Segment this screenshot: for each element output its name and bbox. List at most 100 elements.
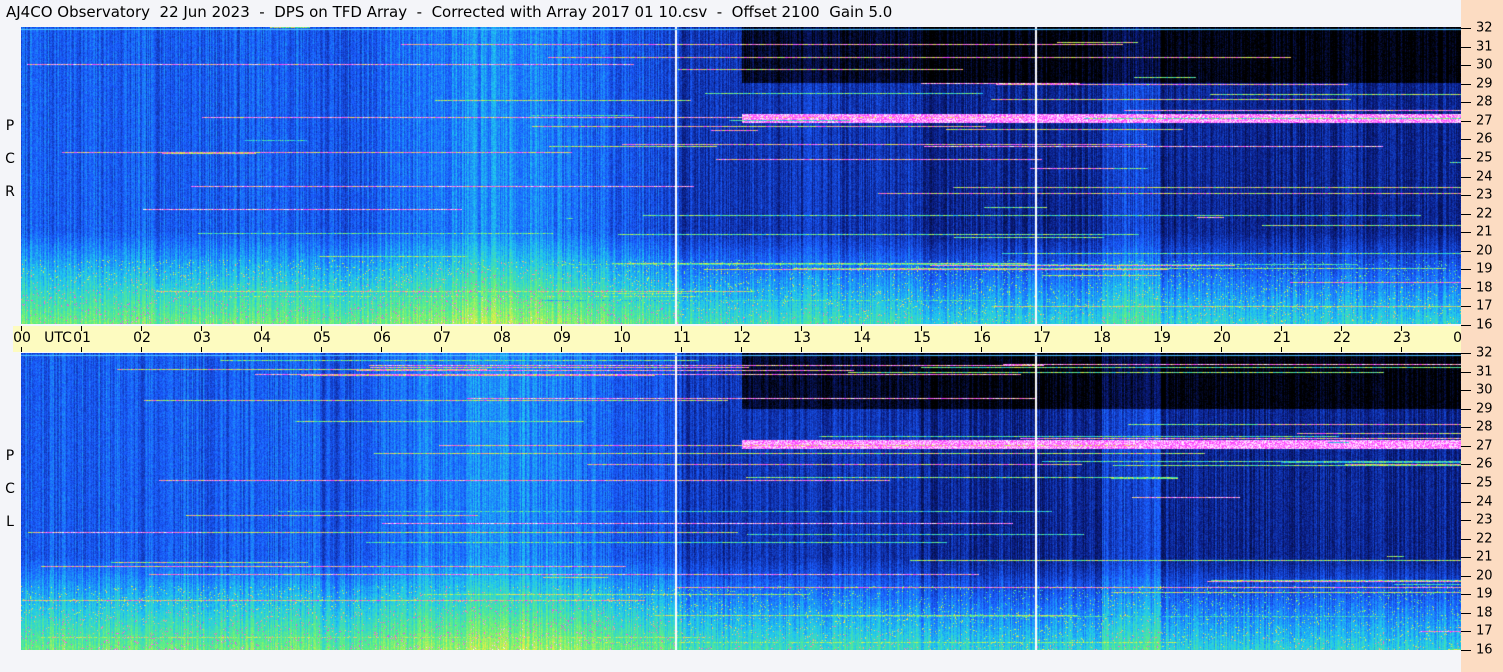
time-tick-label: 08 — [493, 330, 511, 346]
freq-tick — [1461, 195, 1471, 197]
freq-tick-label: 28 — [1476, 94, 1493, 110]
time-tick — [201, 347, 202, 352]
freq-tick — [1461, 520, 1471, 522]
freq-tick-label: 24 — [1476, 494, 1493, 509]
freq-tick-label: 28 — [1476, 419, 1493, 435]
freq-tick — [1461, 102, 1471, 104]
time-tick-label: 04 — [253, 330, 271, 346]
freq-tick — [1461, 83, 1471, 85]
freq-tick-label: 19 — [1476, 586, 1493, 602]
freq-tick — [1461, 631, 1471, 633]
time-tick — [1161, 347, 1162, 352]
freq-tick — [1461, 269, 1471, 271]
freq-tick-label: 29 — [1476, 401, 1493, 417]
time-tick-label: 01 — [73, 330, 91, 346]
time-axis: 00 01 02 03 04 05 06 07 08 09 10 11 12 13 14 15 16 17 18 19… — [13, 326, 1503, 352]
freq-tick — [1461, 232, 1471, 234]
freq-tick — [1461, 213, 1471, 215]
freq-tick — [1461, 390, 1471, 392]
freq-tick — [1461, 427, 1471, 429]
time-tick-label: 17 — [1033, 330, 1051, 346]
freq-tick-label: 32 — [1476, 20, 1493, 36]
time-tick-label: 14 — [853, 330, 871, 346]
freq-tick — [1461, 65, 1471, 67]
freq-tick — [1461, 575, 1471, 577]
freq-tick-label: 23 — [1476, 512, 1493, 528]
time-tick — [1341, 347, 1342, 352]
freq-tick-label: 26 — [1476, 131, 1493, 147]
freq-tick — [1461, 157, 1471, 159]
time-tick — [621, 347, 622, 352]
freq-tick-label: 19 — [1476, 261, 1493, 277]
time-tick — [141, 347, 142, 352]
time-tick-label: 23 — [1393, 330, 1411, 346]
freq-tick-label: 16 — [1476, 642, 1493, 658]
time-tick — [81, 347, 82, 352]
time-tick — [861, 347, 862, 352]
freq-tick-label: 20 — [1476, 243, 1493, 259]
freq-tick — [1461, 287, 1471, 289]
freq-tick — [1461, 650, 1471, 651]
panel-label-lcp: PCL — [5, 448, 15, 530]
freq-tick — [1461, 250, 1471, 252]
freq-tick — [1461, 501, 1471, 503]
freq-tick-label: 23 — [1476, 187, 1493, 203]
freq-tick-label: 22 — [1476, 206, 1493, 222]
time-tick-label: 11 — [673, 330, 691, 346]
freq-tick — [1461, 306, 1471, 308]
time-tick-label: 12 — [733, 330, 751, 346]
freq-tick-label: 21 — [1476, 224, 1493, 240]
time-tick — [1221, 347, 1222, 352]
freq-tick — [1461, 139, 1471, 141]
time-tick-label: 15 — [913, 330, 931, 346]
freq-tick — [1461, 353, 1471, 354]
time-tick — [921, 347, 922, 352]
spectrogram-rcp — [21, 27, 1461, 324]
spectrogram-lcp — [21, 353, 1461, 650]
time-tick-label: 02 — [133, 330, 151, 346]
time-tick-label: 22 — [1333, 330, 1351, 346]
freq-tick — [1461, 46, 1471, 48]
time-tick-label: 09 — [553, 330, 571, 346]
time-tick-label: 03 — [193, 330, 211, 346]
time-tick — [501, 347, 502, 352]
freq-tick — [1461, 371, 1471, 373]
freq-tick — [1461, 612, 1471, 614]
freq-tick — [1461, 325, 1471, 326]
freq-tick — [1461, 464, 1471, 466]
time-tick — [1101, 347, 1102, 352]
freq-tick — [1461, 120, 1471, 122]
freq-tick-label: 22 — [1476, 531, 1493, 547]
freq-tick — [1461, 445, 1471, 447]
freq-tick-label: 25 — [1476, 150, 1493, 166]
freq-tick — [1461, 408, 1471, 410]
freq-tick-label: 29 — [1476, 76, 1493, 92]
time-tick — [1041, 347, 1042, 352]
freq-tick-label: 18 — [1476, 280, 1493, 296]
panel-label-rcp: PCR — [5, 118, 15, 200]
freq-tick-label: 31 — [1476, 364, 1493, 380]
freq-tick — [1461, 176, 1471, 178]
time-tick — [1281, 347, 1282, 352]
frequency-axis: 32 31 30 29 28 27 26 25 24 23 22 21 20 19 18 17 16 32 31 30… — [1461, 0, 1503, 672]
time-tick-label: 00 — [13, 330, 31, 346]
time-tick-label: 21 — [1273, 330, 1291, 346]
time-tick-label: 16 — [973, 330, 991, 346]
time-tick-label: 19 — [1153, 330, 1171, 346]
freq-tick — [1461, 557, 1471, 559]
time-tick — [261, 347, 262, 352]
freq-tick-label: 17 — [1476, 298, 1493, 314]
freq-tick-label: 21 — [1476, 549, 1493, 565]
time-tick — [1401, 347, 1402, 352]
time-tick-label: 13 — [793, 330, 811, 346]
time-tick-label: 07 — [433, 330, 451, 346]
freq-tick-label: 17 — [1476, 623, 1493, 639]
time-tick — [321, 347, 322, 352]
time-tick — [801, 347, 802, 352]
freq-tick — [1461, 28, 1471, 29]
time-tick — [741, 347, 742, 352]
freq-tick-label: 24 — [1476, 169, 1493, 184]
time-tick — [681, 347, 682, 352]
freq-tick — [1461, 538, 1471, 540]
freq-tick-label: 30 — [1476, 57, 1493, 73]
